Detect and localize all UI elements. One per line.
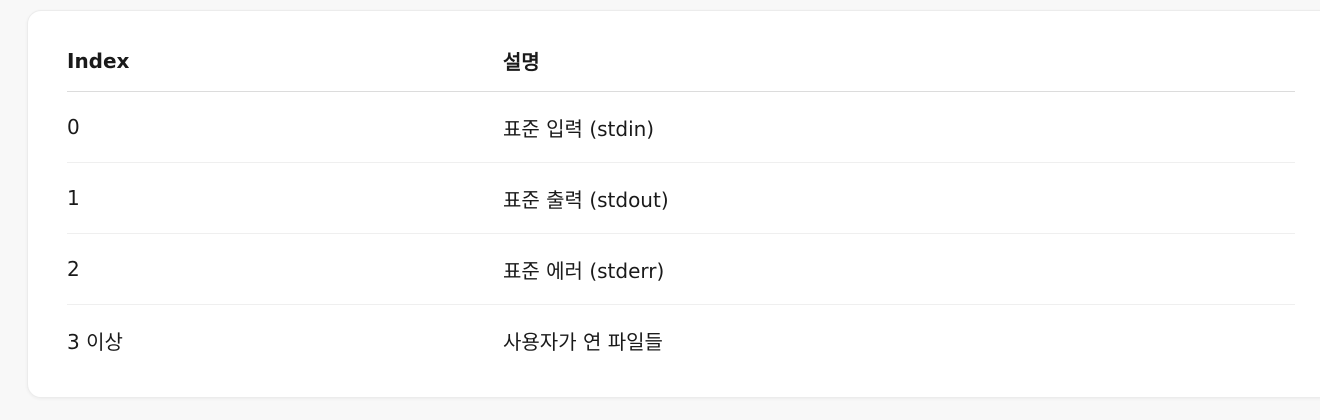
table-row: 1 표준 출력 (stdout): [67, 162, 1295, 234]
cell-index: 2: [67, 233, 503, 305]
table-row: 0 표준 입력 (stdin): [67, 91, 1295, 163]
cell-description: 사용자가 연 파일들: [503, 329, 663, 354]
cell-description: 표준 출력 (stdout): [503, 162, 1295, 234]
cell-index: 0: [67, 91, 503, 163]
column-header-description: 설명: [503, 30, 1295, 92]
column-header-index: Index: [67, 30, 503, 92]
table-row: 2 표준 에러 (stderr): [67, 233, 1295, 305]
cell-description: 표준 입력 (stdin): [503, 91, 1295, 163]
cell-index: 3 이상: [67, 329, 123, 354]
file-descriptor-table: Index 설명 0 표준 입력 (stdin) 1 표준 출력 (stdout…: [67, 30, 1295, 375]
table-card: Index 설명 0 표준 입력 (stdin) 1 표준 출력 (stdout…: [27, 10, 1320, 398]
table-header-row: Index 설명: [67, 30, 1295, 92]
cell-index: 1: [67, 162, 503, 234]
table-row: 3 이상 사용자가 연 파일들: [67, 305, 1295, 376]
cell-description: 표준 에러 (stderr): [503, 233, 1295, 305]
